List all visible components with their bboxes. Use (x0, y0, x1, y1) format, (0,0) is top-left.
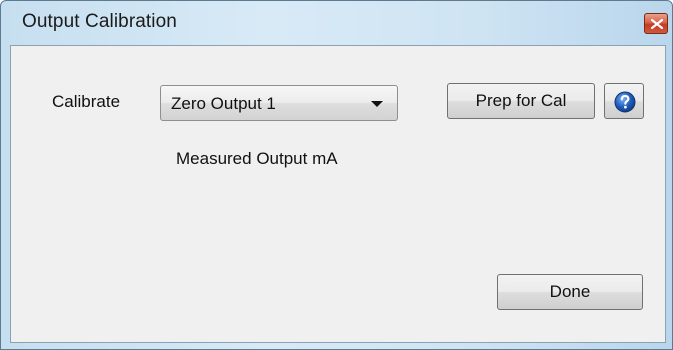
dialog-body: Calibrate Zero Output 1 Prep for Cal Mea… (10, 45, 666, 343)
window-title: Output Calibration (22, 11, 177, 32)
done-label: Done (549, 282, 591, 301)
help-icon (614, 91, 636, 113)
title-bar[interactable]: Output Calibration (1, 1, 672, 45)
calibrate-select-value: Zero Output 1 (171, 94, 276, 113)
output-calibration-window: Output Calibration Calibrate Zero Output… (0, 0, 673, 350)
prep-for-cal-button[interactable]: Prep for Cal (447, 83, 595, 119)
chevron-down-icon (371, 101, 383, 107)
calibrate-select[interactable]: Zero Output 1 (160, 85, 398, 121)
close-button[interactable] (644, 13, 668, 34)
close-icon (651, 19, 663, 29)
help-button[interactable] (604, 83, 644, 119)
done-button[interactable]: Done (497, 274, 643, 310)
measured-output-label: Measured Output mA (176, 149, 338, 168)
calibrate-label: Calibrate (52, 92, 121, 111)
prep-for-cal-label: Prep for Cal (475, 91, 567, 110)
